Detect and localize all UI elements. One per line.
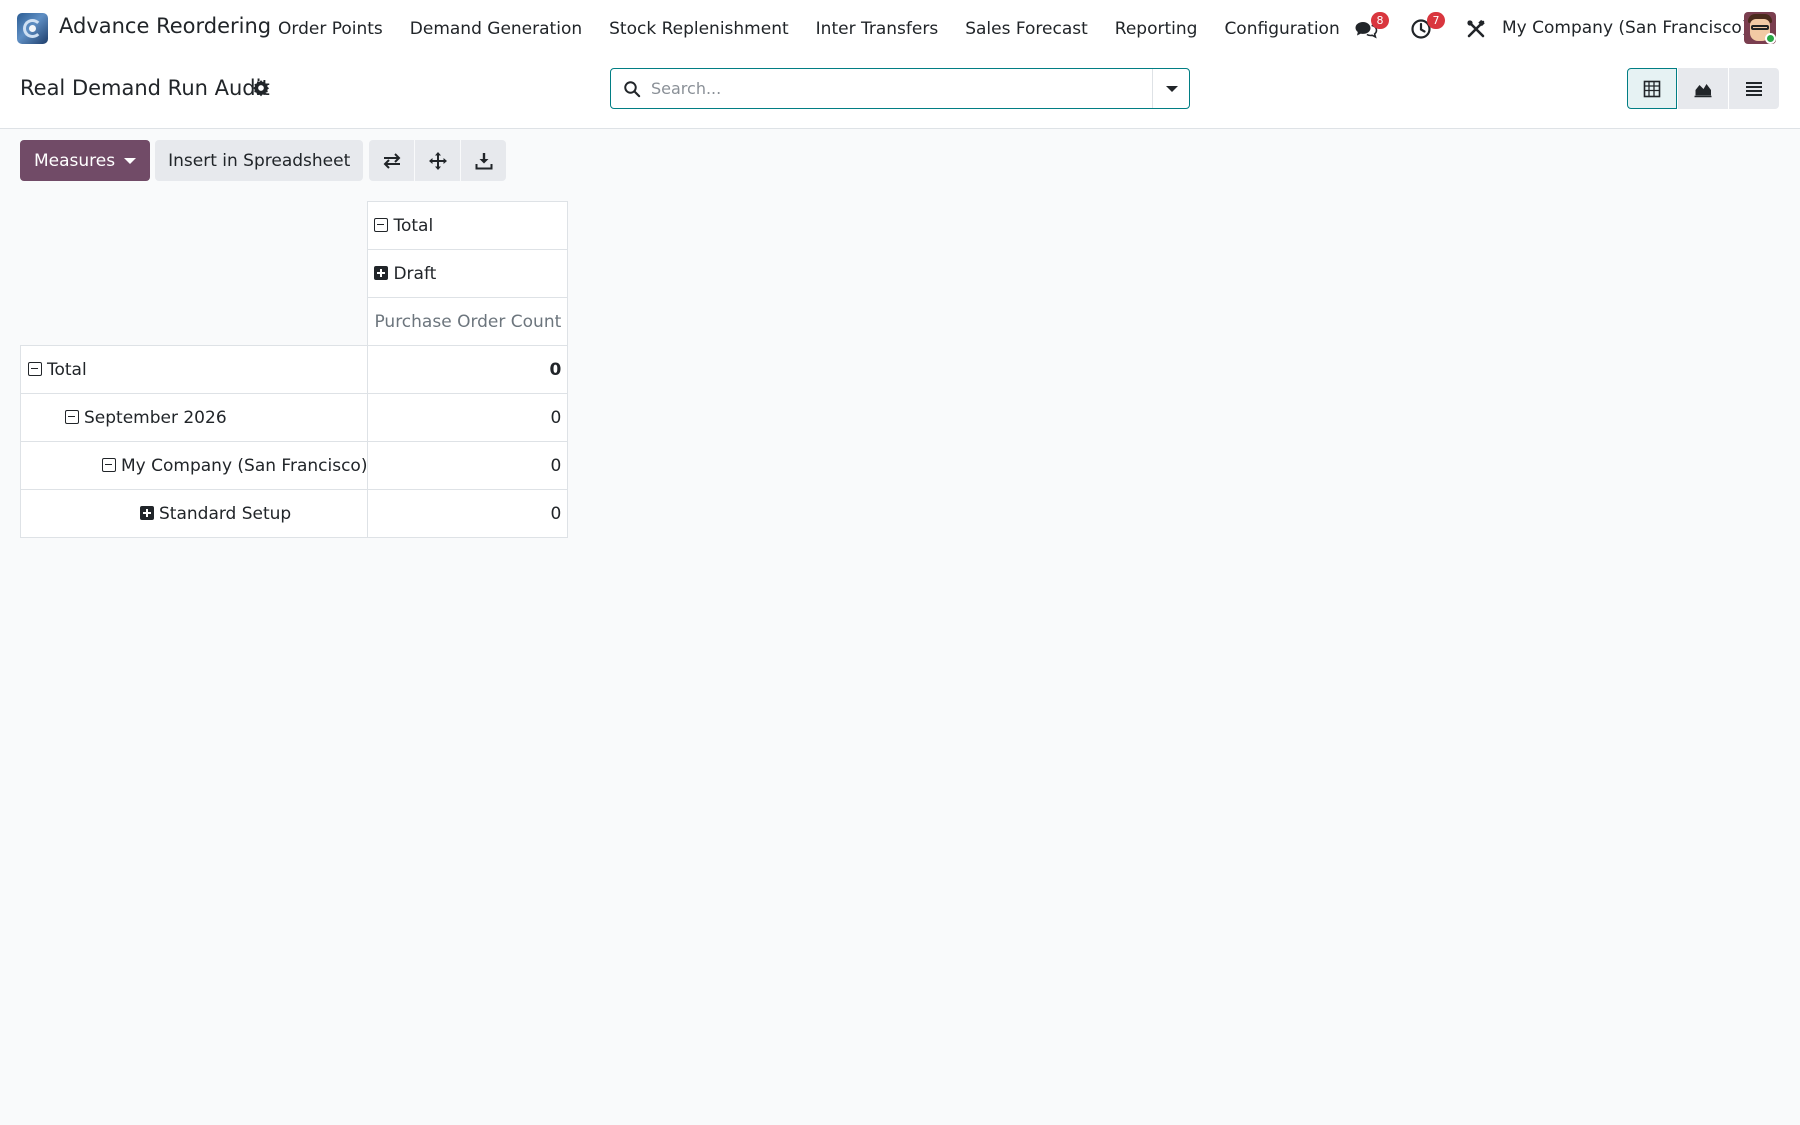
app-name[interactable]: Advance Reordering (59, 14, 271, 38)
expand-icon (140, 505, 154, 520)
collapse-icon (28, 361, 42, 376)
search-bar (610, 68, 1190, 109)
page-title: Real Demand Run Audit (20, 76, 270, 100)
table-row: My Company (San Francisco) 0 (19, 441, 569, 490)
app-logo-icon[interactable] (17, 13, 48, 44)
list-view-button[interactable] (1729, 68, 1779, 109)
gear-icon[interactable] (252, 79, 270, 97)
graph-view-button[interactable] (1678, 68, 1728, 109)
collapse-icon (102, 457, 116, 472)
pivot-view-button[interactable] (1627, 68, 1677, 109)
online-status-icon (1765, 33, 1776, 44)
measures-label: Measures (34, 150, 116, 171)
pivot-cell-value[interactable]: 0 (367, 345, 569, 394)
table-row: Total 0 (19, 345, 569, 394)
messages-icon[interactable]: 8 (1354, 12, 1389, 41)
caret-down-icon (1166, 86, 1178, 92)
top-navbar: Advance Reordering Order Points Demand G… (0, 0, 1800, 58)
graph-icon (1694, 83, 1712, 97)
insert-in-spreadsheet-button[interactable]: Insert in Spreadsheet (155, 140, 364, 181)
expand-icon (374, 265, 389, 280)
collapse-icon (374, 217, 389, 232)
pivot-cell-value[interactable]: 0 (367, 393, 569, 442)
pivot-corner (20, 201, 369, 346)
pivot-row-header-september-2026[interactable]: September 2026 (19, 393, 369, 442)
pivot-col-header-draft[interactable]: Draft (367, 249, 569, 298)
pivot-table: Total Draft Purchase Order Count Total 0… (19, 201, 569, 538)
collapse-icon (65, 409, 79, 424)
search-options-toggle[interactable] (1152, 69, 1189, 108)
menu-item-stock-replenishment[interactable]: Stock Replenishment (609, 19, 789, 39)
menu-item-sales-forecast[interactable]: Sales Forecast (965, 19, 1088, 39)
menu-item-reporting[interactable]: Reporting (1115, 19, 1198, 39)
flip-axis-button[interactable] (369, 140, 415, 181)
pivot-cell-value[interactable]: 0 (367, 441, 569, 490)
search-input[interactable] (651, 69, 1141, 108)
measures-button[interactable]: Measures (20, 140, 151, 181)
main-menu: Order Points Demand Generation Stock Rep… (278, 0, 1367, 58)
table-row: Standard Setup 0 (19, 489, 569, 538)
messages-badge: 8 (1371, 12, 1389, 29)
pivot-icon (1643, 80, 1661, 97)
pivot-row-header-total[interactable]: Total (19, 345, 369, 394)
pivot-col-header-total[interactable]: Total (367, 201, 569, 250)
activities-clock-icon[interactable]: 7 (1410, 12, 1445, 41)
menu-item-configuration[interactable]: Configuration (1224, 19, 1339, 39)
company-switcher[interactable]: My Company (San Francisco) (1502, 18, 1748, 38)
flip-axis-icon (383, 152, 401, 169)
download-button[interactable] (461, 140, 507, 181)
caret-down-icon (124, 157, 137, 164)
activities-badge: 7 (1427, 12, 1445, 29)
menu-item-inter-transfers[interactable]: Inter Transfers (816, 19, 939, 39)
expand-all-button[interactable] (415, 140, 461, 181)
pivot-actions-group (369, 140, 507, 181)
control-panel: Real Demand Run Audit (0, 58, 1800, 129)
expand-all-icon (428, 151, 447, 170)
pivot-toolbar: Measures Insert in Spreadsheet (20, 140, 507, 181)
pivot-row-header-my-company[interactable]: My Company (San Francisco) (19, 441, 369, 490)
download-icon (475, 152, 493, 169)
pivot-row-header-standard-setup[interactable]: Standard Setup (19, 489, 369, 538)
debug-tools-icon[interactable] (1464, 17, 1488, 41)
list-icon (1746, 81, 1762, 96)
search-icon (623, 80, 641, 98)
table-row: September 2026 0 (19, 393, 569, 442)
menu-item-demand-generation[interactable]: Demand Generation (410, 19, 582, 39)
view-switcher (1627, 68, 1780, 109)
pivot-cell-value[interactable]: 0 (367, 489, 569, 538)
pivot-measure-header[interactable]: Purchase Order Count (367, 297, 569, 346)
menu-item-order-points[interactable]: Order Points (278, 19, 383, 39)
